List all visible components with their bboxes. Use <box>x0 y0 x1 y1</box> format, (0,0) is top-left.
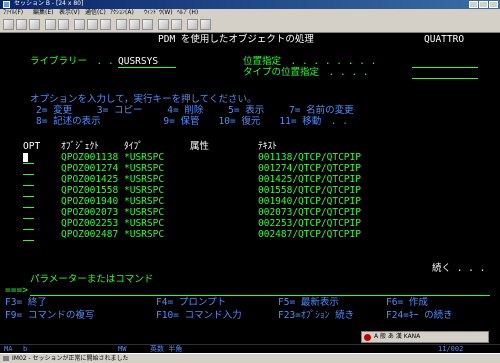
menu-bar: ﾌｧｲﾙ(F) 編集(E) 表示(V) 通信(C) ｱｸｼｮﾝ(A) ｳｨﾝﾄﾞ… <box>0 9 500 17</box>
help-icon[interactable] <box>158 19 169 30</box>
status-bar: IM02 - セッションが正常に開始されました <box>0 353 500 363</box>
menu-action[interactable]: ｱｸｼｮﾝ(A) <box>110 9 134 17</box>
col-header-opt: OPT <box>23 141 41 152</box>
object-type: *USRSPC <box>124 207 165 218</box>
object-type: *USRSPC <box>124 196 165 207</box>
color-icon[interactable] <box>87 19 98 30</box>
object-type: *USRSPC <box>124 229 165 240</box>
object-name: QPOZ001138 <box>61 152 119 163</box>
status-message: IM02 - セッションが正常に開始されました <box>12 355 129 362</box>
print-icon[interactable] <box>3 19 14 30</box>
status-icon <box>3 356 9 361</box>
object-text: 001138/QTCP/QTCPIP <box>258 152 361 163</box>
command-line-input[interactable] <box>30 295 490 296</box>
object-name: QPOZ001940 <box>61 196 119 207</box>
macro-record-icon[interactable] <box>129 19 140 30</box>
library-label: ライブラリー . . <box>30 56 114 67</box>
opt-field[interactable] <box>23 229 34 230</box>
library-underline <box>118 67 176 68</box>
menu-file[interactable]: ﾌｧｲﾙ(F) <box>3 9 23 17</box>
ime-toolbar[interactable]: A 般 あ 漢 KANA <box>361 331 489 343</box>
object-text: 001274/QTCP/QTCPIP <box>258 163 361 174</box>
display-icon[interactable] <box>74 19 85 30</box>
object-name: QPOZ002073 <box>61 207 119 218</box>
object-name: QPOZ001558 <box>61 185 119 196</box>
keyboard-icon[interactable] <box>100 19 111 30</box>
object-type: *USRSPC <box>124 185 165 196</box>
system-name: QUATTRO <box>424 34 465 45</box>
opt-field[interactable] <box>23 196 34 197</box>
object-name: QPOZ001274 <box>61 163 119 174</box>
copy-icon[interactable] <box>16 19 27 30</box>
command-prompt: ===> <box>5 285 28 296</box>
stop-icon[interactable] <box>142 19 153 30</box>
position-field[interactable] <box>412 67 478 68</box>
screen-title: PDM を使用したオブジェクトの処理 <box>158 34 314 45</box>
col-header-object: ｵﾌﾞｼﾞｪｸﾄ <box>61 141 100 152</box>
window-title: セッション B - [24 x 80] <box>14 0 84 7</box>
paste-icon[interactable] <box>29 19 40 30</box>
more-indicator: 続く . . . <box>432 263 486 274</box>
opt-field[interactable] <box>23 240 34 241</box>
ime-status-icon <box>364 334 371 341</box>
col-header-attribute: 属性 <box>190 141 210 152</box>
maximize-button[interactable] <box>479 1 488 8</box>
object-text: 002073/QTCP/QTCPIP <box>258 207 361 218</box>
quit-icon[interactable] <box>200 19 211 30</box>
fkey-f3[interactable]: F3= 終了 <box>5 297 47 308</box>
type-position-field[interactable] <box>412 78 478 79</box>
parameter-label: パラメーターまたはコマンド <box>30 274 154 285</box>
fkey-f6[interactable]: F6= 作成 <box>386 297 428 308</box>
object-text: 002253/QTCP/QTCPIP <box>258 218 361 229</box>
object-text: 001425/QTCP/QTCPIP <box>258 174 361 185</box>
object-type: *USRSPC <box>124 218 165 229</box>
col-header-type: ﾀｲﾌﾟ <box>124 141 144 152</box>
receive-icon[interactable] <box>58 19 69 30</box>
type-position-label: タイプの位置指定 . . . . <box>243 67 369 78</box>
fkey-f5[interactable]: F5= 最新表示 <box>278 297 339 308</box>
object-name: QPOZ001425 <box>61 174 119 185</box>
map-icon[interactable] <box>171 19 182 30</box>
menu-communication[interactable]: 通信(C) <box>85 9 106 17</box>
library-field[interactable]: QUSRSYS <box>118 56 158 67</box>
opt-field[interactable] <box>23 207 34 208</box>
app-icon[interactable] <box>3 1 10 8</box>
fkey-f23[interactable]: F23=ｵﾌﾟｼｮﾝ 続き <box>278 310 354 321</box>
col-header-text: ﾃｷｽﾄ <box>258 141 278 152</box>
send-icon[interactable] <box>45 19 56 30</box>
menu-view[interactable]: 表示(V) <box>59 9 80 17</box>
instruction-text: オプションを入力して，実行キーを押してください。 <box>30 94 257 105</box>
object-name: QPOZ002487 <box>61 229 119 240</box>
terminal-screen[interactable]: PDM を使用したオブジェクトの処理 QUATTRO ライブラリー . . QU… <box>0 33 500 344</box>
position-label: 位置指定 . . . . . . . . <box>243 56 377 67</box>
object-type: *USRSPC <box>124 174 165 185</box>
options-row-2: 8= 記述の表示 9= 保管 10= 復元 11= 移動 . . <box>36 116 348 127</box>
opt-field[interactable] <box>23 218 34 219</box>
window-title-bar: セッション B - [24 x 80] <box>0 0 500 9</box>
object-text: 001940/QTCP/QTCPIP <box>258 196 361 207</box>
options-row-1: 2= 変更 3= コピー 4= 削除 5= 表示 7= 名前の変更 <box>36 105 354 116</box>
toolbar <box>0 17 500 33</box>
opt-field[interactable] <box>23 174 34 175</box>
fkey-f24[interactable]: F24=ｷｰ の続き <box>386 310 453 321</box>
opt-field[interactable] <box>23 163 34 164</box>
macro-play-icon[interactable] <box>116 19 127 30</box>
fkey-f4[interactable]: F4= プロンプト <box>156 297 226 308</box>
object-name: QPOZ002253 <box>61 218 119 229</box>
menu-window[interactable]: ｳｨﾝﾄﾞｳ(W) <box>144 9 173 17</box>
minimize-button[interactable] <box>469 1 478 8</box>
menu-help[interactable]: ﾍﾙﾌﾟ(H) <box>177 9 198 17</box>
fkey-f10[interactable]: F10= コマンド入力 <box>156 310 242 321</box>
opt-field[interactable] <box>23 185 34 186</box>
object-type: *USRSPC <box>124 152 165 163</box>
settings-icon[interactable] <box>187 19 198 30</box>
ime-mode-label[interactable]: A 般 あ 漢 KANA <box>374 332 420 342</box>
object-text: 001558/QTCP/QTCPIP <box>258 185 361 196</box>
menu-edit[interactable]: 編集(E) <box>33 9 53 17</box>
object-text: 002487/QTCP/QTCPIP <box>258 229 361 240</box>
text-cursor <box>23 153 28 162</box>
close-button[interactable] <box>489 1 498 8</box>
object-type: *USRSPC <box>124 163 165 174</box>
fkey-f9[interactable]: F9= コマンドの複写 <box>5 310 94 321</box>
